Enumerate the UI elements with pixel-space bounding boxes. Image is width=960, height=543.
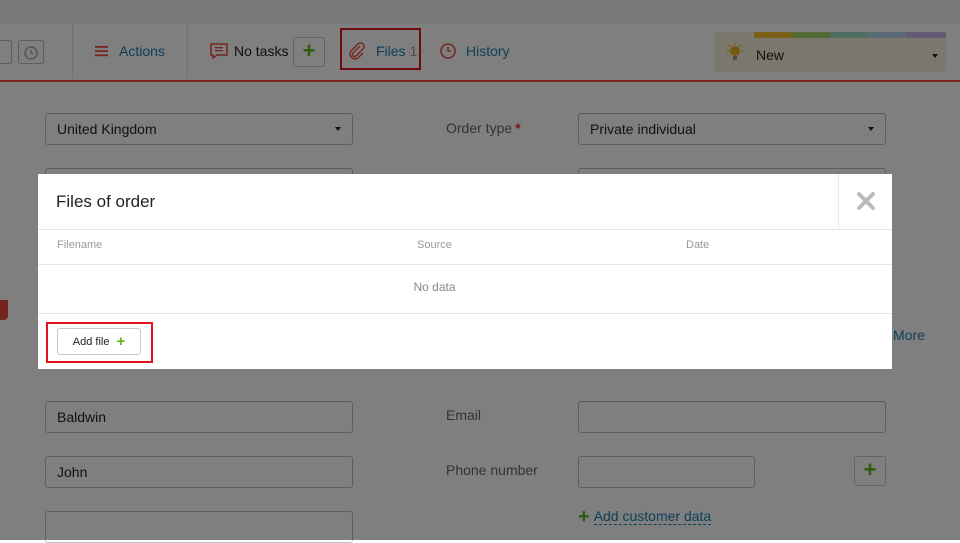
table-body-divider	[38, 313, 892, 314]
empty-state: No data	[413, 280, 456, 294]
modal-title: Files of order	[56, 192, 156, 211]
column-header-filename[interactable]: Filename	[57, 239, 102, 251]
add-file-highlight	[46, 322, 153, 363]
table-header-divider	[38, 264, 892, 265]
column-header-source[interactable]: Source	[417, 239, 452, 251]
column-header-date[interactable]: Date	[686, 239, 709, 251]
modal-header: Files of order	[38, 174, 892, 230]
close-icon	[857, 192, 875, 210]
close-button[interactable]	[838, 174, 892, 229]
files-modal: Files of order Filename Source Date No d…	[38, 174, 892, 369]
